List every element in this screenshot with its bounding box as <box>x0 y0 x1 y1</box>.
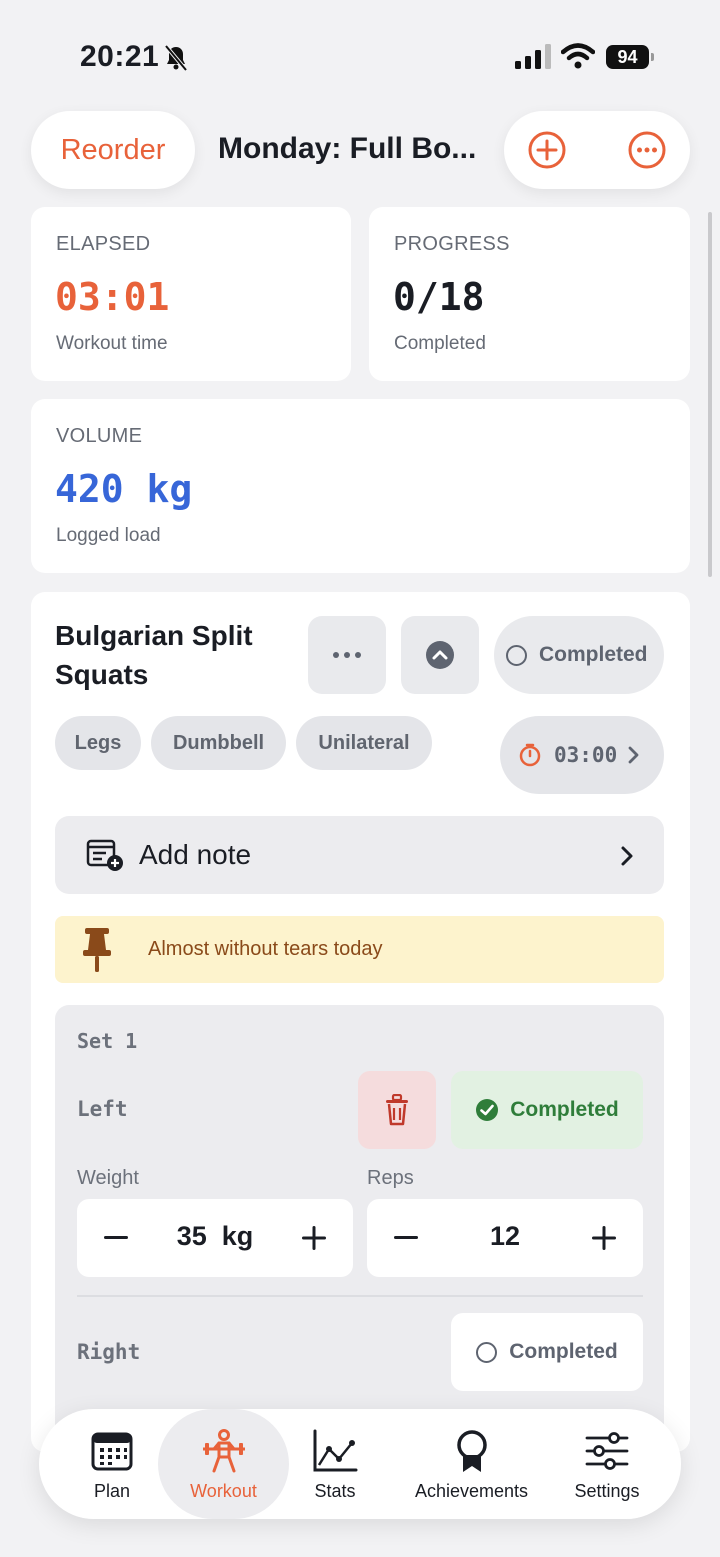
exercise-completed-toggle[interactable]: Completed <box>494 616 664 694</box>
elapsed-value: 03:01 <box>55 275 170 319</box>
elapsed-label: ELAPSED <box>56 233 151 255</box>
tab-workout-label: Workout <box>190 1481 257 1501</box>
weight-stepper: 35 kg <box>77 1199 353 1277</box>
award-icon <box>456 1430 487 1472</box>
scroll-indicator[interactable] <box>708 212 712 577</box>
weightlifter-icon <box>202 1429 245 1473</box>
weight-increment-button[interactable] <box>275 1199 353 1277</box>
add-note-label: Add note <box>139 839 252 870</box>
line-chart-icon <box>313 1429 358 1472</box>
reps-label: Reps <box>367 1167 414 1189</box>
battery-indicator: 94 <box>606 45 654 69</box>
tab-stats[interactable]: Stats <box>294 1409 376 1519</box>
circle-icon <box>476 1341 498 1363</box>
elapsed-card: ELAPSED 03:01 Workout time <box>31 207 351 381</box>
pin-icon <box>83 928 111 972</box>
plus-icon <box>302 1226 326 1250</box>
bell-slash-icon <box>164 44 188 72</box>
tab-settings-label: Settings <box>574 1481 640 1501</box>
set-label: Set 1 <box>77 1029 138 1053</box>
tab-plan[interactable]: Plan <box>66 1409 158 1519</box>
progress-card: PROGRESS 0/18 Completed <box>369 207 690 381</box>
ellipsis-circle-icon[interactable] <box>627 130 667 170</box>
add-note-button[interactable]: Add note <box>55 816 664 894</box>
weight-label: Weight <box>77 1167 139 1189</box>
reps-increment-button[interactable] <box>565 1199 643 1277</box>
rest-timer-button[interactable]: 03:00 <box>500 716 664 794</box>
progress-sub: Completed <box>394 333 486 354</box>
ellipsis-icon <box>333 652 361 658</box>
tab-stats-label: Stats <box>314 1481 356 1501</box>
checkmark-circle-icon <box>476 1099 499 1121</box>
set-block: Set 1 Left Completed Weight Reps 35 kg 1… <box>55 1005 664 1452</box>
add-note-icon <box>86 839 123 871</box>
tab-plan-label: Plan <box>93 1481 131 1501</box>
reps-stepper: 12 <box>367 1199 643 1277</box>
cellular-signal-icon <box>515 44 551 69</box>
pinned-note-text: Almost without tears today <box>148 938 383 960</box>
reorder-button[interactable]: Reorder <box>31 111 195 189</box>
left-completed-label: Completed <box>510 1098 619 1121</box>
volume-sub: Logged load <box>56 525 161 546</box>
exercise-completed-label: Completed <box>539 643 648 666</box>
calendar-icon <box>91 1432 133 1471</box>
wifi-icon <box>561 43 595 69</box>
left-completed-toggle[interactable]: Completed <box>451 1071 643 1149</box>
trash-icon <box>386 1094 408 1126</box>
pinned-note: Almost without tears today <box>55 916 664 983</box>
rest-timer-value: 03:00 <box>554 743 618 767</box>
progress-label: PROGRESS <box>394 233 510 255</box>
volume-label: VOLUME <box>56 425 143 447</box>
progress-value: 0/18 <box>393 275 485 319</box>
tab-achievements-label: Achievements <box>414 1481 529 1501</box>
chevron-right-icon <box>628 746 639 764</box>
right-completed-toggle[interactable]: Completed <box>451 1313 643 1391</box>
tag-legs[interactable]: Legs <box>55 716 141 770</box>
tab-settings[interactable]: Settings <box>559 1409 655 1519</box>
delete-set-button[interactable] <box>358 1071 436 1149</box>
plus-circle-icon[interactable] <box>527 130 567 170</box>
status-time: 20:21 <box>80 40 160 73</box>
page-title: Monday: Full Bo... <box>218 132 477 165</box>
right-side-label: Right <box>77 1340 141 1364</box>
exercise-title: Bulgarian Split Squats <box>55 620 253 690</box>
header-actions <box>504 111 690 189</box>
collapse-button[interactable] <box>401 616 479 694</box>
right-completed-label: Completed <box>509 1340 618 1363</box>
tag-unilateral[interactable]: Unilateral <box>296 716 432 770</box>
chevron-right-icon <box>621 846 633 866</box>
left-side-label: Left <box>77 1097 128 1121</box>
tab-workout[interactable]: Workout <box>158 1409 289 1519</box>
exercise-menu-button[interactable] <box>308 616 386 694</box>
tab-achievements[interactable]: Achievements <box>399 1409 544 1519</box>
chevron-up-circle-icon <box>426 641 454 669</box>
elapsed-sub: Workout time <box>56 333 168 354</box>
sliders-icon <box>585 1432 629 1470</box>
tab-bar: Plan Workout Stats Achievements Settings <box>39 1409 681 1519</box>
volume-value: 420 kg <box>55 467 193 511</box>
timer-icon <box>519 743 541 767</box>
status-bar: 20:21 94 <box>0 0 720 110</box>
battery-level: 94 <box>606 45 649 69</box>
set-divider <box>77 1295 643 1297</box>
circle-icon <box>506 644 527 666</box>
plus-icon <box>592 1226 616 1250</box>
volume-card: VOLUME 420 kg Logged load <box>31 399 690 573</box>
exercise-card: Bulgarian Split Squats Completed Legs Du… <box>31 592 690 1452</box>
tag-dumbbell[interactable]: Dumbbell <box>151 716 286 770</box>
